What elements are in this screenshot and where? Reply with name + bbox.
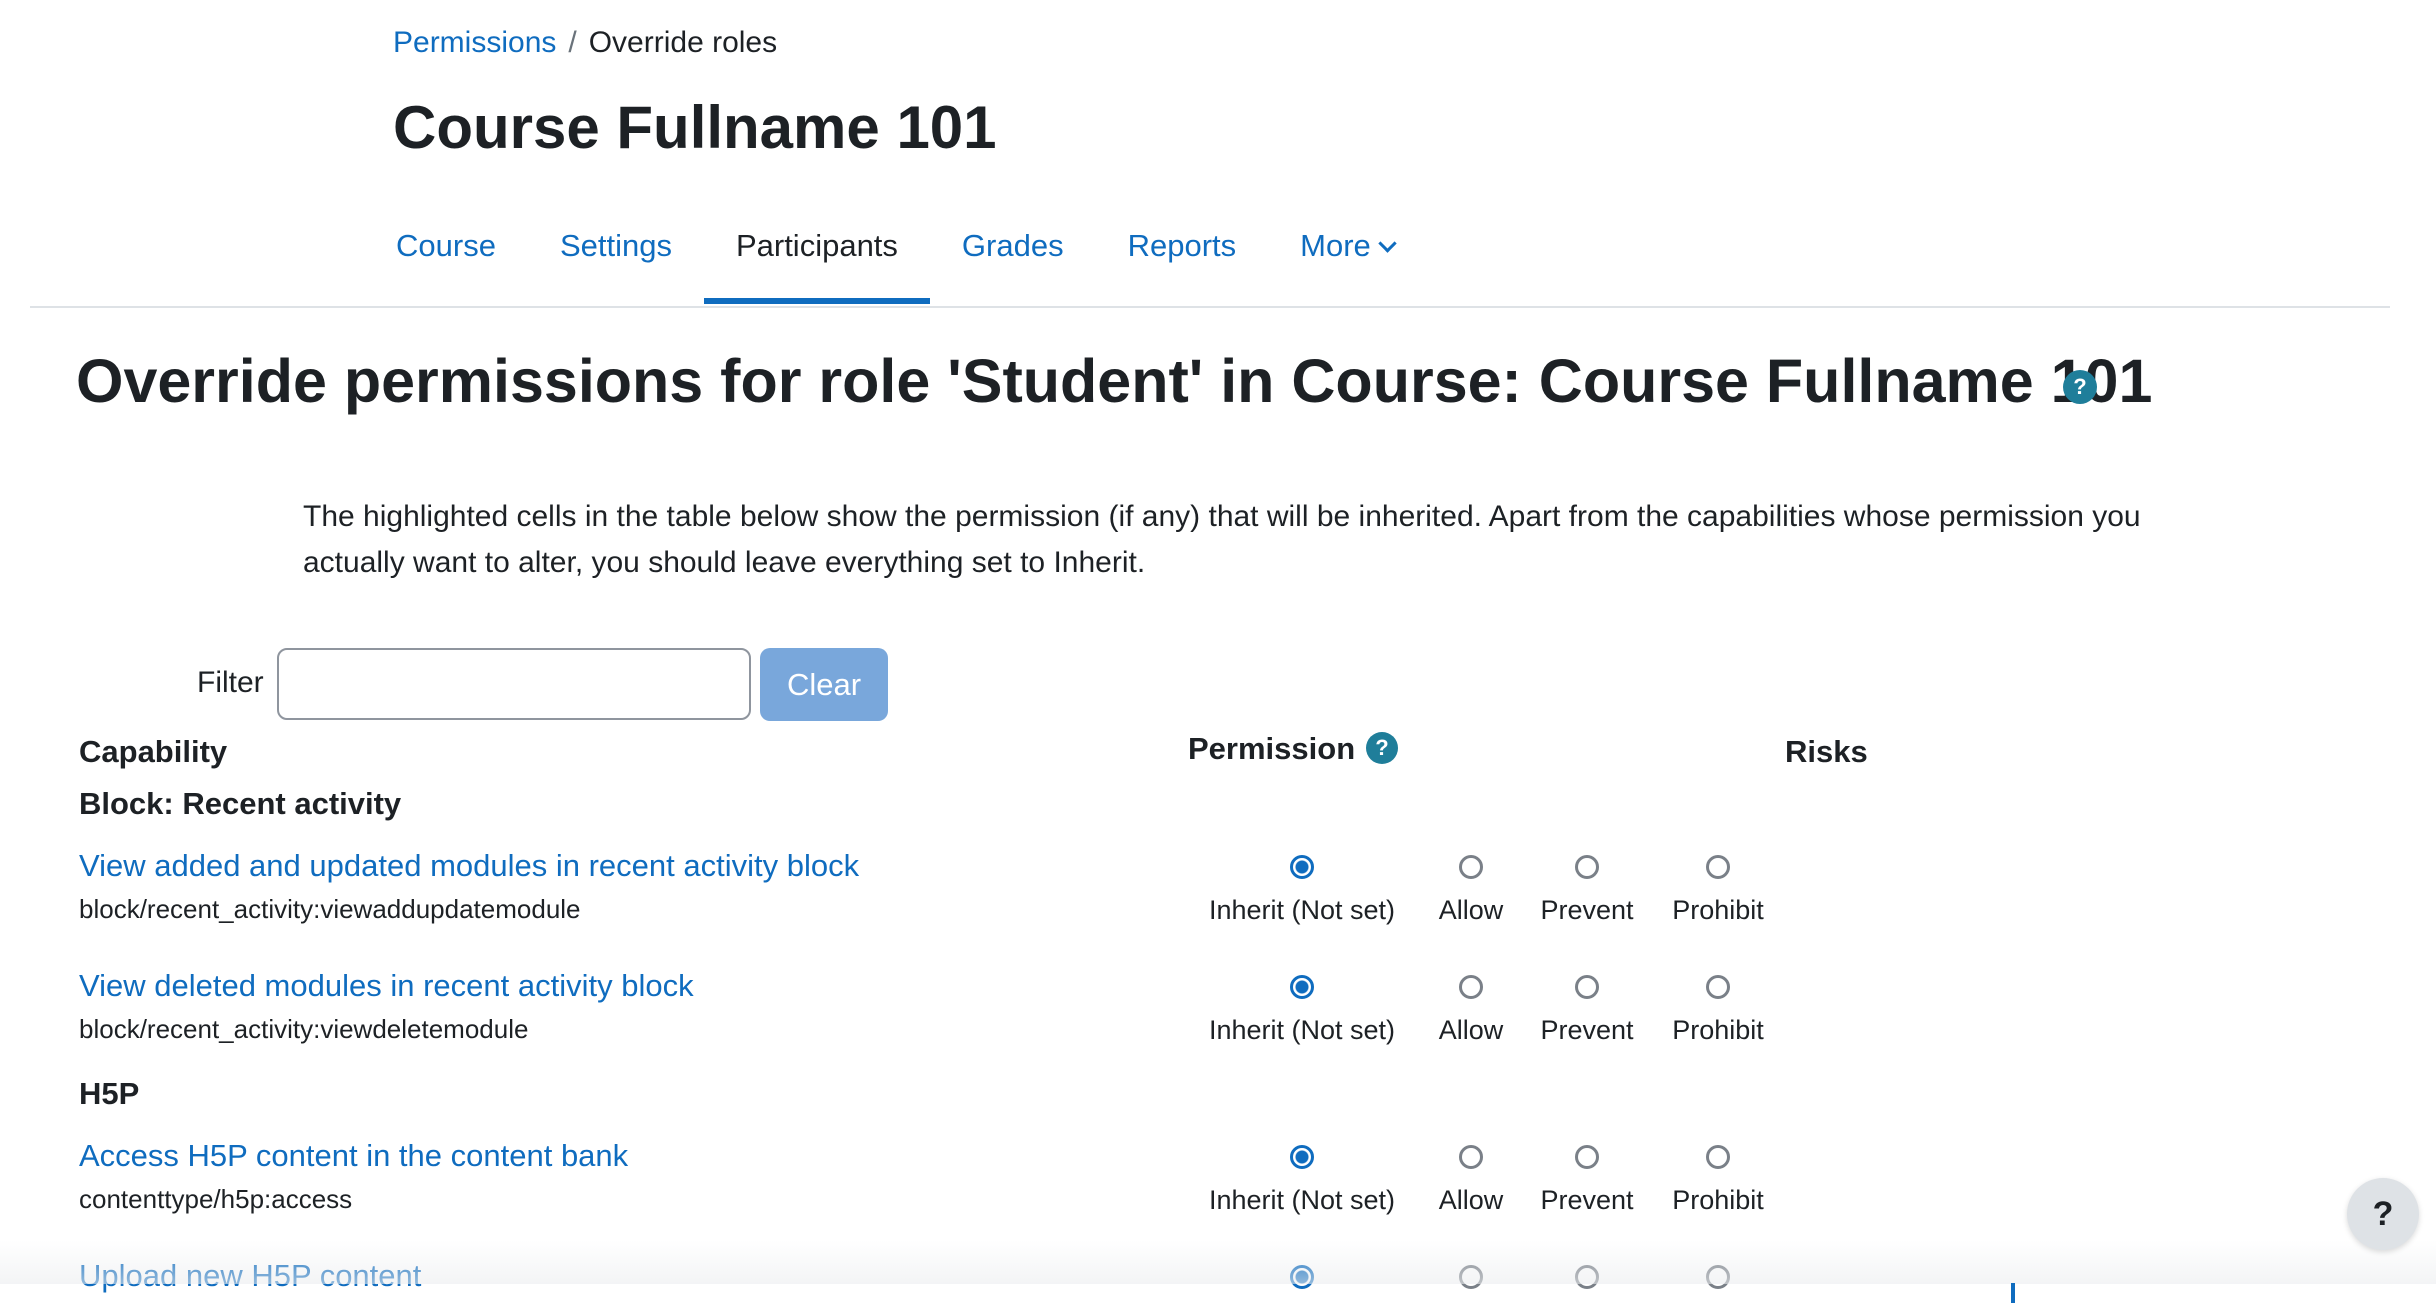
help-icon[interactable]: ? — [2063, 370, 2097, 404]
radio-label-inherit: Inherit (Not set) — [1208, 1185, 1396, 1215]
scroll-indicator — [2011, 1283, 2015, 1303]
capability-code: block/recent_activity:viewaddupdatemodul… — [79, 894, 581, 924]
radio-label-inherit: Inherit (Not set) — [1208, 1015, 1396, 1045]
radio-prohibit[interactable] — [1706, 975, 1730, 999]
radio-label-prohibit: Prohibit — [1672, 1185, 1764, 1215]
column-header-risks: Risks — [1785, 734, 1868, 769]
tab-participants-label: Participants — [735, 228, 898, 263]
filter-input[interactable] — [277, 648, 751, 720]
radio-inherit[interactable] — [1290, 1265, 1314, 1289]
radio-prevent[interactable] — [1575, 855, 1599, 879]
column-header-permission: Permission — [1188, 731, 1356, 766]
capability-link[interactable]: Upload new H5P content — [79, 1258, 421, 1294]
capability-link[interactable]: View added and updated modules in recent… — [79, 848, 859, 884]
breadcrumb: Permissions / Override roles — [393, 26, 777, 60]
radio-label-prevent: Prevent — [1540, 895, 1634, 925]
intro-text: The highlighted cells in the table below… — [303, 500, 2141, 579]
clear-button[interactable]: Clear — [760, 648, 888, 721]
capability-link[interactable]: View deleted modules in recent activity … — [79, 968, 694, 1004]
radio-allow[interactable] — [1459, 855, 1483, 879]
tab-reports-label: Reports — [1127, 228, 1237, 263]
radio-label-inherit: Inherit (Not set) — [1208, 895, 1396, 925]
radio-inherit[interactable] — [1290, 1145, 1314, 1169]
radio-prohibit[interactable] — [1706, 1265, 1730, 1289]
capability-link[interactable]: Access H5P content in the content bank — [79, 1138, 628, 1174]
radio-label-prohibit: Prohibit — [1672, 895, 1764, 925]
filter-label: Filter — [197, 666, 264, 699]
radio-prevent[interactable] — [1575, 1265, 1599, 1289]
radio-allow[interactable] — [1459, 1265, 1483, 1289]
permission-help-icon[interactable]: ? — [1366, 732, 1398, 764]
tabs-divider — [30, 306, 2390, 308]
capability-code: contenttype/h5p:access — [79, 1184, 353, 1214]
section-heading-h5p: H5P — [79, 1076, 140, 1111]
page-heading: Override permissions for role 'Student' … — [76, 347, 2153, 415]
tab-course[interactable]: Course — [393, 218, 528, 290]
column-header-capability: Capability — [79, 734, 228, 769]
tab-settings-label: Settings — [559, 228, 672, 263]
radio-label-allow: Allow — [1438, 1185, 1504, 1215]
radio-inherit[interactable] — [1290, 855, 1314, 879]
breadcrumb-current: Override roles — [588, 26, 778, 59]
course-title: Course Fullname 101 — [393, 94, 997, 161]
tab-more[interactable]: More — [1268, 218, 1426, 290]
radio-prevent[interactable] — [1575, 1145, 1599, 1169]
radio-label-prohibit: Prohibit — [1672, 1015, 1764, 1045]
tab-settings[interactable]: Settings — [528, 218, 704, 290]
tab-participants[interactable]: Participants — [703, 218, 930, 304]
help-button[interactable]: ? — [2347, 1178, 2419, 1250]
course-tabs: Course Settings Participants Grades Repo… — [393, 218, 1426, 308]
radio-label-allow: Allow — [1438, 895, 1504, 925]
section-heading-recent-activity: Block: Recent activity — [79, 786, 402, 821]
breadcrumb-separator: / — [568, 26, 577, 59]
tab-grades-label: Grades — [961, 228, 1064, 263]
tab-reports[interactable]: Reports — [1096, 218, 1269, 290]
radio-label-prevent: Prevent — [1540, 1185, 1634, 1215]
radio-allow[interactable] — [1459, 1145, 1483, 1169]
breadcrumb-link-permissions[interactable]: Permissions — [393, 26, 556, 59]
tab-grades[interactable]: Grades — [930, 218, 1096, 290]
radio-prohibit[interactable] — [1706, 1145, 1730, 1169]
capability-code: block/recent_activity:viewdeletemodule — [79, 1014, 529, 1044]
radio-label-allow: Allow — [1438, 1015, 1504, 1045]
chevron-down-icon — [1378, 234, 1397, 253]
radio-allow[interactable] — [1459, 975, 1483, 999]
radio-inherit[interactable] — [1290, 975, 1314, 999]
radio-label-prevent: Prevent — [1540, 1015, 1634, 1045]
tab-course-label: Course — [396, 228, 496, 263]
tab-more-label: More — [1300, 228, 1371, 263]
radio-prevent[interactable] — [1575, 975, 1599, 999]
radio-prohibit[interactable] — [1706, 855, 1730, 879]
